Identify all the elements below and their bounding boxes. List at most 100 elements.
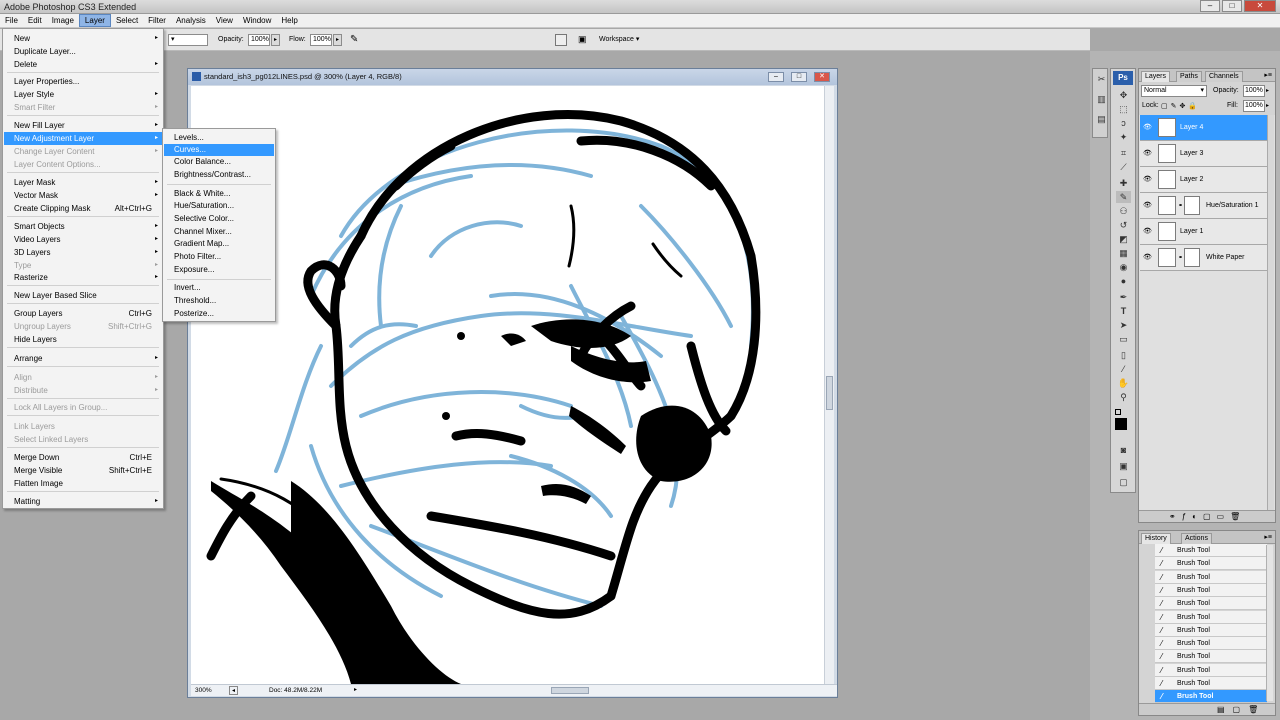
fill-arrow[interactable]: ▸: [1266, 100, 1274, 112]
visibility-eye-icon[interactable]: 👁: [1143, 201, 1152, 209]
marquee-tool-icon[interactable]: ⬚: [1116, 103, 1131, 115]
brushes-panel-icon[interactable]: ▥: [1094, 93, 1109, 105]
document-title-bar[interactable]: standard_ish3_pg012LINES.psd @ 300% (Lay…: [188, 69, 837, 85]
layer-menu-item-new-layer-based-slice[interactable]: New Layer Based Slice: [4, 289, 162, 302]
healing-brush-icon[interactable]: ✚: [1116, 177, 1131, 189]
adjustment-item-black-white[interactable]: Black & White...: [164, 188, 274, 200]
history-state[interactable]: ⁄ Brush Tool: [1155, 650, 1267, 664]
horizontal-scroll-thumb[interactable]: [551, 687, 589, 694]
zoom-tool-icon[interactable]: ⚲: [1116, 391, 1131, 403]
layer-menu-item-new[interactable]: New ▸: [4, 32, 162, 45]
dodge-tool-icon[interactable]: ●: [1116, 275, 1131, 287]
status-menu-icon[interactable]: ◂: [229, 686, 238, 695]
doc-close-button[interactable]: ✕: [814, 72, 830, 82]
layer-menu-item-3d-layers[interactable]: 3D Layers ▸: [4, 246, 162, 259]
layer-menu-item-merge-visible[interactable]: Merge Visible Shift+Ctrl+E: [4, 464, 162, 477]
slice-tool-icon[interactable]: ⟋: [1116, 161, 1131, 173]
layer-row[interactable]: 👁 ⚭ Hue/Saturation 1: [1140, 193, 1268, 219]
airbrush-icon[interactable]: ✎: [350, 34, 362, 46]
workspace-menu[interactable]: Workspace ▾: [599, 34, 651, 46]
path-selection-icon[interactable]: ➤: [1116, 319, 1131, 331]
tab-history[interactable]: History: [1141, 533, 1171, 544]
clone-stamp-icon[interactable]: ⚇: [1116, 205, 1131, 217]
layer-menu-item-group-layers[interactable]: Group Layers Ctrl+G: [4, 307, 162, 320]
layers-scrollbar[interactable]: [1267, 115, 1274, 510]
adjustment-item-threshold[interactable]: Threshold...: [164, 295, 274, 307]
close-button[interactable]: ✕: [1244, 0, 1276, 12]
adjustment-item-color-balance[interactable]: Color Balance...: [164, 156, 274, 168]
doc-minimize-button[interactable]: –: [768, 72, 784, 82]
layer-opacity-arrow[interactable]: ▸: [1266, 85, 1274, 97]
adjustment-item-gradient-map[interactable]: Gradient Map...: [164, 238, 274, 250]
history-state[interactable]: ⁄ Brush Tool: [1155, 663, 1267, 677]
vertical-scroll-thumb[interactable]: [826, 376, 833, 410]
layer-menu-item-lock-all-layers-in-group[interactable]: Lock All Layers in Group...: [4, 401, 162, 414]
menu-view[interactable]: View: [211, 14, 238, 27]
layer-row[interactable]: 👁 Layer 4: [1140, 115, 1268, 141]
menu-help[interactable]: Help: [276, 14, 302, 27]
zoom-level[interactable]: 300%: [195, 687, 212, 694]
flow-field[interactable]: 100%: [310, 34, 332, 46]
history-state[interactable]: ⁄ Brush Tool: [1155, 623, 1267, 637]
tab-actions[interactable]: Actions: [1181, 533, 1212, 544]
layer-menu-item-rasterize[interactable]: Rasterize ▸: [4, 271, 162, 284]
lock-options-icons[interactable]: ▢✎✥🔒: [1161, 102, 1200, 110]
default-colors-icon[interactable]: [1115, 409, 1121, 415]
eraser-tool-icon[interactable]: ◩: [1116, 233, 1131, 245]
adjustment-item-hue-saturation[interactable]: Hue/Saturation...: [164, 200, 274, 212]
lasso-tool-icon[interactable]: ↄ: [1116, 117, 1131, 129]
blend-mode-select[interactable]: Normal ▾: [1141, 85, 1207, 97]
layer-mask-thumbnail[interactable]: [1184, 248, 1200, 267]
visibility-eye-icon[interactable]: 👁: [1143, 175, 1152, 183]
tab-paths[interactable]: Paths: [1176, 71, 1202, 82]
layer-menu-item-layer-mask[interactable]: Layer Mask ▸: [4, 176, 162, 189]
layer-menu-item-layer-content-options[interactable]: Layer Content Options...: [4, 158, 162, 171]
visibility-eye-icon[interactable]: 👁: [1143, 149, 1152, 157]
menu-analysis[interactable]: Analysis: [171, 14, 211, 27]
opacity-field[interactable]: 100%: [248, 34, 270, 46]
adjustment-item-selective-color[interactable]: Selective Color...: [164, 213, 274, 225]
crop-tool-icon[interactable]: ⌗: [1116, 147, 1131, 159]
adjustment-item-invert[interactable]: Invert...: [164, 282, 274, 294]
layer-menu-item-align[interactable]: Align ▸: [4, 371, 162, 384]
layer-row[interactable]: 👁 ⚭ White Paper: [1140, 245, 1268, 271]
minimize-button[interactable]: –: [1200, 0, 1220, 12]
screen-mode-icon[interactable]: ▣: [1116, 460, 1131, 472]
adjustment-item-curves[interactable]: Curves...: [164, 144, 274, 156]
mask-link-icon[interactable]: ⚭: [1178, 202, 1183, 209]
layer-menu-item-change-layer-content[interactable]: Change Layer Content ▸: [4, 145, 162, 158]
eyedropper-icon[interactable]: ⁄: [1116, 363, 1131, 375]
brush-preset-picker[interactable]: ▾: [168, 34, 208, 46]
shape-tool-icon[interactable]: ▭: [1116, 333, 1131, 345]
layer-menu-item-vector-mask[interactable]: Vector Mask ▸: [4, 189, 162, 202]
bridge-icon[interactable]: ▣: [578, 34, 592, 46]
vertical-scrollbar[interactable]: [824, 86, 834, 684]
notes-tool-icon[interactable]: ▯: [1116, 349, 1131, 361]
quick-mask-icon[interactable]: ◙: [1116, 444, 1131, 456]
menu-filter[interactable]: Filter: [143, 14, 171, 27]
layer-menu-item-select-linked-layers[interactable]: Select Linked Layers: [4, 433, 162, 446]
hand-tool-icon[interactable]: ✋: [1116, 377, 1131, 389]
visibility-eye-icon[interactable]: 👁: [1143, 227, 1152, 235]
history-state[interactable]: ⁄ Brush Tool: [1155, 690, 1267, 704]
fill-field[interactable]: 100%: [1243, 100, 1265, 112]
adjustment-item-levels[interactable]: Levels...: [164, 132, 274, 144]
flow-dropdown-arrow[interactable]: ▸: [333, 34, 342, 46]
layer-menu-item-new-fill-layer[interactable]: New Fill Layer ▸: [4, 119, 162, 132]
maximize-button[interactable]: □: [1222, 0, 1242, 12]
layer-menu-item-layer-style[interactable]: Layer Style ▸: [4, 88, 162, 101]
opacity-dropdown-arrow[interactable]: ▸: [271, 34, 280, 46]
layer-menu-item-create-clipping-mask[interactable]: Create Clipping Mask Alt+Ctrl+G: [4, 202, 162, 215]
layer-row[interactable]: 👁 Layer 3: [1140, 141, 1268, 167]
move-tool-icon[interactable]: ✥: [1116, 89, 1131, 101]
menu-select[interactable]: Select: [111, 14, 143, 27]
menu-image[interactable]: Image: [47, 14, 79, 27]
magic-wand-icon[interactable]: ✦: [1116, 131, 1131, 143]
history-state[interactable]: ⁄ Brush Tool: [1155, 570, 1267, 584]
clone-source-icon[interactable]: ▤: [1094, 113, 1109, 125]
layer-menu-item-delete[interactable]: Delete ▸: [4, 58, 162, 71]
blur-tool-icon[interactable]: ◉: [1116, 261, 1131, 273]
layer-menu-item-smart-objects[interactable]: Smart Objects ▸: [4, 220, 162, 233]
layer-opacity-field[interactable]: 100%: [1243, 85, 1265, 97]
type-tool-icon[interactable]: T: [1116, 305, 1131, 317]
